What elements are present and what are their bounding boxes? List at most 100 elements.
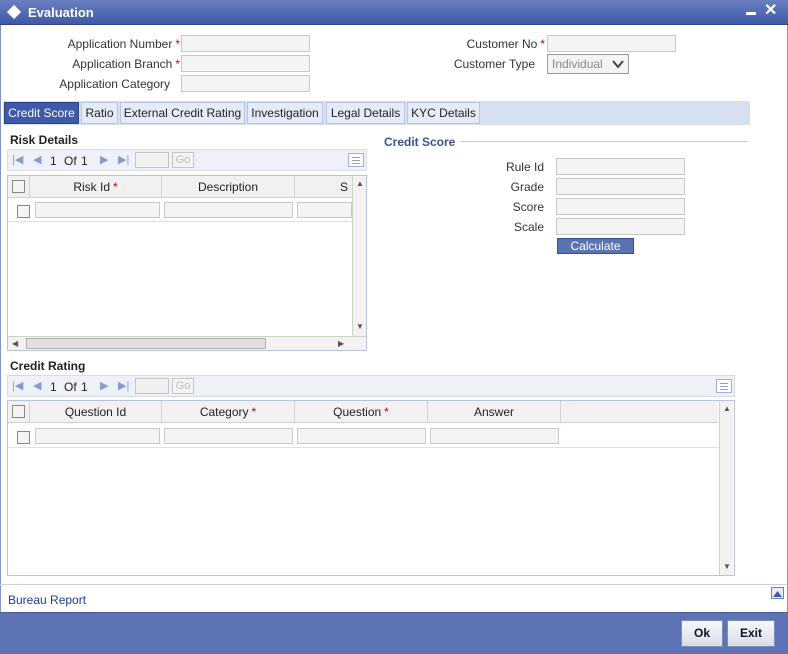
grade-field[interactable] [556,178,685,195]
next-page-icon[interactable]: ▶ [100,153,108,166]
of-label: Of [64,380,77,394]
grid-settings-icon[interactable] [716,379,732,393]
scroll-thumb[interactable] [26,338,266,349]
question-id-cell[interactable] [35,428,160,444]
column-description[interactable]: Description [162,176,295,198]
grade-label: Grade [510,180,544,194]
score-field[interactable] [556,198,685,215]
risk-grid-vertical-scrollbar[interactable]: ▲ ▼ [352,176,366,336]
total-pages: 1 [81,154,88,168]
select-all-checkbox[interactable] [12,405,25,418]
bureau-report-link[interactable]: Bureau Report [8,593,86,607]
question-cell[interactable] [297,428,426,444]
tab-investigation[interactable]: Investigation [247,102,323,124]
exit-button[interactable]: Exit [727,620,775,647]
go-button[interactable]: Go [172,152,194,168]
scale-label: Scale [513,220,544,234]
customer-type-value: Individual [552,57,603,71]
ok-button[interactable]: Ok [681,620,723,647]
risk-details-title: Risk Details [10,133,79,147]
required-marker: * [175,57,180,71]
tab-ratio[interactable]: Ratio [81,102,118,124]
description-cell[interactable] [164,202,293,218]
close-icon[interactable]: ✕ [764,1,777,21]
customer-no-field[interactable] [547,35,676,52]
required-marker: * [251,405,257,419]
column-answer[interactable]: Answer [428,401,561,423]
rating-grid-vertical-scrollbar[interactable]: ▲ ▼ [719,401,733,575]
page-number-input[interactable] [135,378,169,394]
required-marker: * [175,37,180,51]
application-branch-label: Application Branch * [20,57,180,71]
first-page-icon[interactable]: |◀ [12,379,23,392]
select-all-cell [8,176,30,198]
app-diamond-icon [6,4,22,20]
last-page-icon[interactable]: ▶| [118,379,129,392]
column-question-id[interactable]: Question Id [30,401,162,423]
score-label: Score [512,200,544,214]
answer-cell[interactable] [430,428,559,444]
scroll-down-icon[interactable]: ▼ [356,322,364,332]
select-all-checkbox[interactable] [12,180,25,193]
s-cell[interactable] [297,202,352,218]
rule-id-label: Rule Id [505,160,544,174]
select-all-cell [8,401,30,423]
required-marker: * [540,37,545,51]
column-risk-id[interactable]: Risk Id * [30,176,162,198]
rule-id-field[interactable] [556,158,685,175]
risk-details-grid: Risk Id * Description S ▲ ▼ ◀ ▶ [7,175,367,351]
previous-page-icon[interactable]: ◀ [33,379,41,392]
credit-score-title: Credit Score [384,135,456,149]
tab-external-credit-rating[interactable]: External Credit Rating [120,102,245,124]
customer-no-label-text: Customer No [466,37,538,51]
scroll-right-icon[interactable]: ▶ [338,339,344,349]
application-branch-field[interactable] [181,55,310,72]
credit-rating-title: Credit Rating [10,359,86,373]
row-checkbox[interactable] [17,205,30,218]
row-checkbox[interactable] [17,431,30,444]
go-button[interactable]: Go [172,378,194,394]
application-number-label-text: Application Number [67,37,173,51]
triangle-up-icon [773,591,782,597]
category-cell[interactable] [164,428,293,444]
column-question[interactable]: Question * [295,401,428,423]
previous-page-icon[interactable]: ◀ [33,153,41,166]
table-row[interactable] [8,198,352,222]
column-risk-id-label: Risk Id [73,180,110,194]
application-category-label: Application Category [59,77,170,91]
minimize-icon[interactable] [746,12,756,15]
tab-legal-details[interactable]: Legal Details [326,102,405,124]
chevron-down-icon [612,60,624,69]
expand-up-icon[interactable] [771,587,784,599]
column-category[interactable]: Category * [162,401,295,423]
tab-credit-score[interactable]: Credit Score [4,102,79,124]
required-marker: * [384,405,389,419]
credit-rating-pager: |◀ ◀ 1 Of 1 ▶ ▶| Go [7,375,735,397]
risk-id-cell[interactable] [35,202,160,218]
scale-field[interactable] [556,218,685,235]
customer-type-select[interactable]: Individual [547,54,629,74]
application-category-field[interactable] [181,75,310,92]
risk-details-pager: |◀ ◀ 1 Of 1 ▶ ▶| Go [7,149,367,171]
first-page-icon[interactable]: |◀ [12,153,23,166]
application-number-label: Application Number * [20,37,180,51]
application-number-field[interactable] [181,35,310,52]
customer-type-label: Customer Type [453,57,535,71]
scroll-left-icon[interactable]: ◀ [12,339,18,349]
credit-score-divider [460,141,748,142]
scroll-down-icon[interactable]: ▼ [723,562,731,572]
calculate-button[interactable]: Calculate [557,238,634,254]
scroll-up-icon[interactable]: ▲ [723,404,731,414]
tab-kyc-details[interactable]: KYC Details [407,102,480,124]
column-question-label: Question [333,405,382,419]
next-page-icon[interactable]: ▶ [100,379,108,392]
scroll-up-icon[interactable]: ▲ [356,179,364,189]
of-label: Of [64,154,77,168]
last-page-icon[interactable]: ▶| [118,153,129,166]
risk-grid-horizontal-scrollbar[interactable]: ◀ ▶ [8,336,366,350]
bottom-action-bar: Ok Exit [0,612,788,654]
row-divider [8,221,352,222]
page-number-input[interactable] [135,152,169,168]
table-row[interactable] [8,423,718,448]
grid-settings-icon[interactable] [348,153,364,167]
